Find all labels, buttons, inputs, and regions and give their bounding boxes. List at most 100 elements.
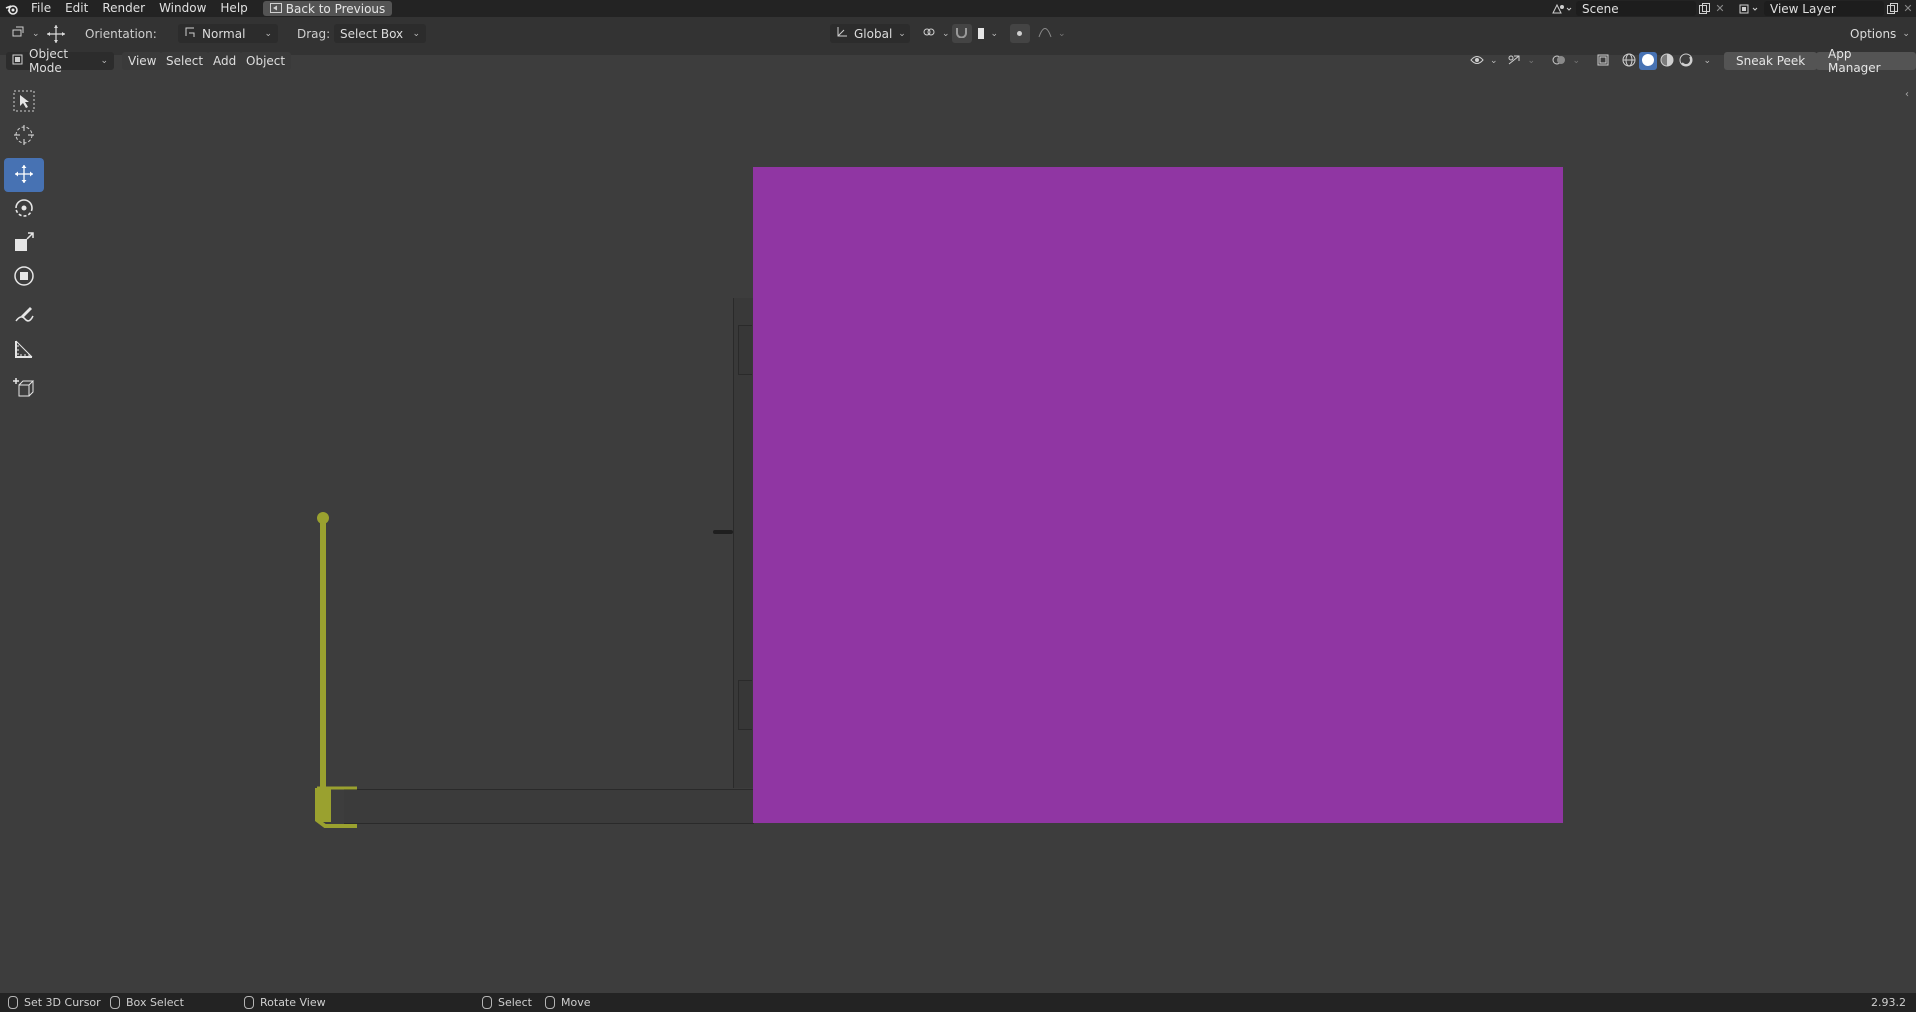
chevron-down-icon: ⌄	[1058, 28, 1066, 39]
shading-wireframe-button[interactable]	[1620, 52, 1638, 70]
chevron-down-icon: ⌄	[264, 28, 272, 39]
snap-target-dropdown[interactable]: ⌄	[972, 24, 1004, 43]
chevron-down-icon: ⌄	[1703, 56, 1711, 66]
status-move-label: Move	[561, 996, 591, 1009]
status-box-select-label: Box Select	[126, 996, 184, 1009]
menu-view[interactable]: View	[122, 52, 163, 70]
transform-orientation-dropdown[interactable]: Global ⌄	[830, 24, 910, 43]
chevron-down-icon: ⌄	[1902, 28, 1910, 39]
chevron-down-icon: ⌄	[1490, 56, 1498, 66]
orientation-icon	[184, 26, 196, 41]
transform-orientation-value: Global	[854, 26, 893, 41]
object-mode-dropdown[interactable]: Object Mode ⌄	[6, 47, 114, 75]
options-label: Options	[1850, 26, 1897, 41]
mouse-left-icon	[8, 996, 18, 1009]
back-to-previous-button[interactable]: Back to Previous	[262, 1, 393, 16]
mouse-middle-icon	[244, 996, 254, 1009]
drag-dropdown[interactable]: Select Box ⌄	[334, 24, 426, 43]
overlays-toggle[interactable]: ⌄	[1550, 52, 1582, 70]
blender-logo-icon[interactable]	[0, 0, 24, 17]
pivot-point-dropdown[interactable]: ⌄	[916, 24, 950, 43]
view-layer-icon[interactable]	[1736, 1, 1764, 16]
status-rotate-view: Rotate View	[244, 993, 326, 1012]
screen-back-icon	[269, 2, 282, 16]
status-bar: Set 3D Cursor Box Select Rotate View Sel…	[0, 993, 1916, 1012]
proportional-edit-toggle[interactable]	[1010, 24, 1030, 43]
floor-plane-object	[344, 789, 754, 824]
chevron-down-icon: ⌄	[100, 56, 108, 66]
scene-name-field[interactable]: Scene	[1576, 1, 1696, 16]
menu-render[interactable]: Render	[95, 0, 152, 17]
rendered-sphere-icon	[1679, 53, 1693, 70]
options-dropdown[interactable]: Options ⌄	[1844, 24, 1910, 43]
app-manager-button[interactable]: App Manager	[1816, 47, 1916, 75]
xray-toggle[interactable]	[1594, 52, 1614, 70]
shading-options-dropdown[interactable]: ⌄	[1697, 52, 1713, 70]
menu-object[interactable]: Object	[240, 52, 292, 70]
menu-window[interactable]: Window	[152, 0, 213, 17]
falloff-dropdown[interactable]: ⌄	[1032, 24, 1066, 43]
shading-material-button[interactable]	[1658, 52, 1676, 70]
chevron-down-icon: ⌄	[412, 28, 420, 39]
object-mode-icon	[12, 54, 23, 68]
magenta-object[interactable]	[753, 167, 1563, 823]
new-scene-icon[interactable]	[1696, 1, 1712, 16]
menu-file[interactable]: File	[24, 0, 58, 17]
status-set-3d-cursor: Set 3D Cursor	[8, 993, 101, 1012]
falloff-curve-icon	[1038, 26, 1052, 41]
viewport-header: Object Mode ⌄ View Select Add Object ⌄ ⌄…	[0, 47, 1916, 75]
empty-handle-marker	[713, 530, 733, 534]
status-select-label: Select	[498, 996, 532, 1009]
orientation-label: Orientation:	[85, 26, 157, 41]
xray-icon	[1597, 54, 1609, 69]
mouse-right-icon	[482, 996, 492, 1009]
scene-name: Scene	[1582, 1, 1619, 16]
status-set-3d-cursor-label: Set 3D Cursor	[24, 996, 101, 1009]
yellow-empty-object[interactable]	[315, 510, 357, 828]
material-sphere-icon	[1660, 53, 1674, 70]
mouse-drag-icon	[110, 996, 120, 1009]
view-layer-field[interactable]: View Layer	[1764, 1, 1884, 16]
snap-toggle[interactable]	[952, 24, 972, 43]
side-notch-top	[738, 325, 752, 375]
top-menu-bar: File Edit Render Window Help Back to Pre…	[0, 0, 1916, 17]
sneak-peek-button[interactable]: Sneak Peek	[1724, 52, 1818, 70]
drag-value: Select Box	[340, 26, 404, 41]
orientation-dropdown[interactable]: Normal ⌄	[178, 24, 278, 43]
chevron-down-icon: ⌄	[32, 28, 40, 39]
mouse-drag-right-icon	[545, 996, 555, 1009]
scene-icon[interactable]	[1548, 1, 1576, 16]
tool-select-icon	[12, 26, 26, 41]
wireframe-sphere-icon	[1622, 53, 1636, 70]
chevron-down-icon: ⌄	[898, 28, 906, 39]
gizmo-icon	[1507, 54, 1521, 69]
object-mode-label: Object Mode	[29, 47, 69, 75]
chevron-down-icon: ⌄	[990, 28, 998, 39]
orientation-value: Normal	[202, 26, 246, 41]
view-layer-name: View Layer	[1770, 1, 1836, 16]
gizmo-toggle[interactable]: ⌄	[1505, 52, 1537, 70]
back-to-previous-label: Back to Previous	[285, 1, 386, 16]
new-view-layer-icon[interactable]	[1884, 1, 1900, 16]
status-move: Move	[545, 993, 591, 1012]
status-rotate-view-label: Rotate View	[260, 996, 326, 1009]
menu-edit[interactable]: Edit	[58, 0, 95, 17]
topbar-right-group: Scene ✕ View Layer ✕	[1548, 0, 1916, 17]
status-box-select: Box Select	[110, 993, 184, 1012]
visibility-dropdown[interactable]: ⌄	[1468, 52, 1498, 70]
drag-label: Drag:	[297, 26, 331, 41]
side-notch-bottom	[738, 680, 752, 730]
status-select: Select	[482, 993, 532, 1012]
tool-select-dropdown[interactable]: ⌄	[6, 24, 40, 43]
shading-solid-button[interactable]	[1639, 52, 1657, 70]
global-axes-icon	[836, 26, 848, 41]
delete-scene-icon[interactable]: ✕	[1712, 1, 1728, 16]
menu-help[interactable]: Help	[213, 0, 254, 17]
delete-view-layer-icon[interactable]: ✕	[1900, 1, 1916, 16]
chevron-down-icon: ⌄	[942, 28, 950, 39]
menu-select[interactable]: Select	[160, 52, 210, 70]
shading-rendered-button[interactable]	[1677, 52, 1695, 70]
menu-add[interactable]: Add	[207, 52, 243, 70]
solid-sphere-icon	[1641, 53, 1655, 70]
pivot-icon	[922, 26, 936, 41]
